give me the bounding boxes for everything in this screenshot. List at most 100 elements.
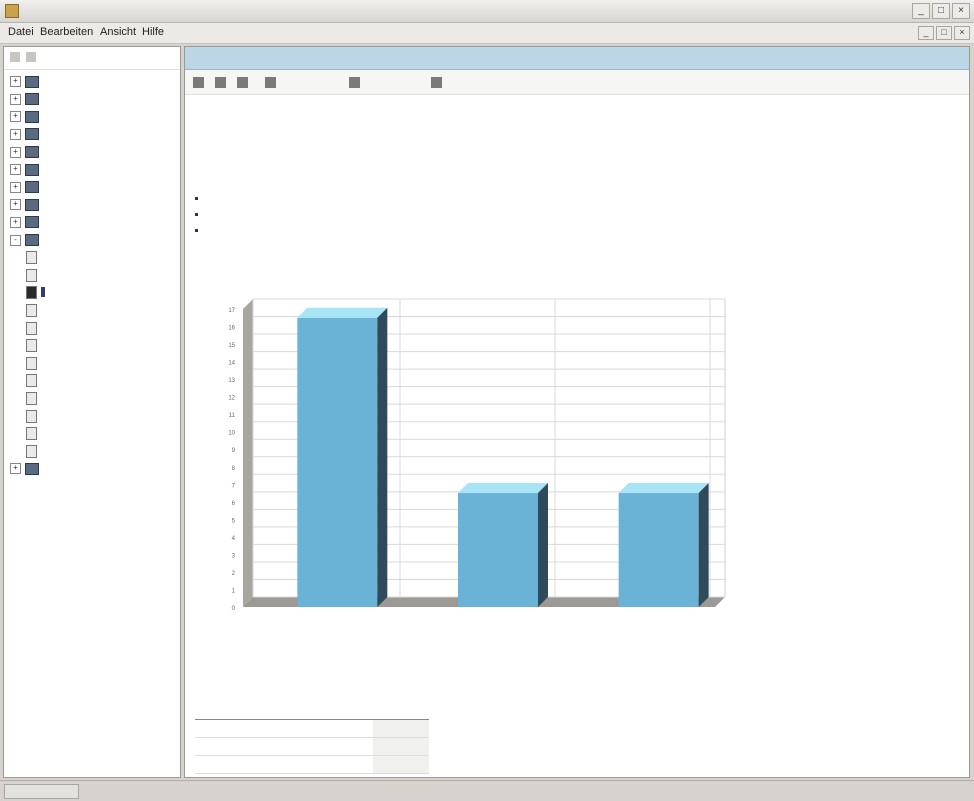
tree-item[interactable] [26, 249, 41, 265]
tree-item[interactable]: + [10, 161, 43, 177]
title-bar: _ □ × [0, 0, 974, 23]
table-cell [195, 737, 303, 756]
menu-bar: Datei Bearbeiten Ansicht Hilfe _ □ × [0, 23, 974, 44]
tree-item[interactable] [26, 443, 41, 459]
y-tick-label: 17 [228, 308, 235, 314]
table-row [195, 737, 429, 756]
doc-close-button[interactable]: × [954, 26, 970, 40]
table-cell [373, 719, 429, 738]
y-tick-label: 16 [228, 326, 235, 332]
tree-item[interactable]: + [10, 143, 43, 159]
folder-icon [25, 181, 39, 194]
tree-item[interactable]: + [10, 460, 43, 476]
document-icon [26, 339, 37, 353]
collapse-icon[interactable]: - [10, 234, 21, 246]
y-tick-label: 11 [229, 413, 236, 419]
menu-file[interactable]: Datei [8, 26, 34, 38]
menu-help[interactable]: Hilfe [142, 26, 164, 38]
table-header [195, 703, 303, 720]
status-bar [0, 780, 974, 801]
y-tick-label: 7 [232, 483, 236, 489]
y-tick-label: 13 [228, 378, 235, 384]
tree-item[interactable]: + [10, 91, 43, 107]
document-window-controls: _ □ × [918, 26, 970, 40]
tree-item[interactable]: + [10, 126, 43, 142]
bar-chart: 01234567891011121314151617 [228, 298, 726, 612]
folder-icon [25, 110, 39, 123]
y-tick-label: 5 [232, 518, 236, 524]
menu-view[interactable]: Ansicht [100, 26, 136, 38]
doc-restore-button[interactable]: □ [936, 26, 952, 40]
expand-icon[interactable]: + [10, 76, 21, 88]
tree-item[interactable]: + [10, 214, 43, 230]
tree-item[interactable] [26, 319, 41, 335]
tree-item[interactable]: + [10, 73, 43, 89]
tree-item[interactable] [26, 390, 41, 406]
bar [618, 493, 699, 607]
tree-item[interactable] [26, 355, 41, 371]
expand-icon[interactable]: + [10, 146, 21, 158]
bar-side [698, 483, 709, 607]
expand-icon[interactable]: + [10, 463, 21, 475]
status-text [4, 784, 79, 799]
y-tick-label: 2 [232, 571, 236, 577]
tree-item[interactable] [26, 337, 41, 353]
doc-minimize-button[interactable]: _ [918, 26, 934, 40]
table-cell [195, 755, 303, 774]
tree-item[interactable] [26, 267, 41, 283]
tree-toolbar [4, 47, 180, 70]
table-cell [195, 719, 303, 738]
tree-item[interactable]: + [10, 179, 43, 195]
bar-side [377, 307, 388, 607]
data-table [195, 703, 429, 774]
folder-icon [25, 216, 39, 229]
navigation-tree: + + + + + + + + + - + [3, 46, 181, 778]
close-button[interactable]: × [952, 3, 970, 19]
document-icon [26, 251, 37, 265]
document-icon [26, 444, 37, 458]
folder-icon [25, 146, 39, 159]
menu-edit[interactable]: Bearbeiten [40, 26, 93, 38]
tree-item[interactable]: + [10, 108, 43, 124]
folder-icon [25, 93, 39, 106]
report-view: 0 1 2 3 4 5 6 7 8 9 10 11 12 13 14 15 16 17 [184, 46, 970, 778]
folder-icon [25, 75, 39, 88]
expand-icon[interactable]: + [10, 181, 21, 193]
expand-icon[interactable]: + [10, 128, 21, 140]
y-tick-label: 15 [228, 343, 235, 349]
tree-item[interactable] [26, 372, 41, 388]
tree-item[interactable] [26, 407, 41, 423]
chart-area: 0 1 2 3 4 5 6 7 8 9 10 11 12 13 14 15 16 17 [185, 47, 969, 777]
bar-top [618, 483, 709, 494]
expand-icon[interactable]: + [10, 164, 21, 176]
maximize-button[interactable]: □ [932, 3, 950, 19]
tree-item[interactable] [26, 425, 41, 441]
tree-item[interactable] [26, 302, 41, 318]
document-icon [26, 268, 37, 282]
table-cell [373, 755, 429, 774]
window-controls: _ □ × [912, 3, 970, 19]
chart-side-wall [243, 299, 253, 607]
tree-item[interactable]: - [10, 231, 43, 247]
y-tick-label: 3 [232, 553, 236, 559]
expand-icon[interactable]: + [10, 111, 21, 123]
expand-icon[interactable]: + [10, 199, 21, 211]
tree-item[interactable]: + [10, 196, 43, 212]
minimize-button[interactable]: _ [912, 3, 930, 19]
bar [297, 317, 378, 607]
collapse-all-icon[interactable] [10, 52, 20, 62]
document-icon [26, 409, 37, 423]
y-tick-label: 12 [228, 396, 235, 402]
y-tick-label: 1 [232, 588, 236, 594]
expand-icon[interactable]: + [10, 216, 21, 228]
tree-item[interactable] [26, 284, 45, 300]
app-icon [5, 4, 19, 18]
y-tick-label: 0 [232, 606, 236, 612]
tree-item-label [41, 287, 45, 298]
y-tick-label: 4 [232, 536, 236, 542]
y-tick-label: 8 [232, 466, 236, 472]
bar-top [297, 307, 388, 318]
expand-icon[interactable]: + [10, 93, 21, 105]
expand-all-icon[interactable] [26, 52, 36, 62]
y-tick-label: 14 [228, 361, 235, 367]
